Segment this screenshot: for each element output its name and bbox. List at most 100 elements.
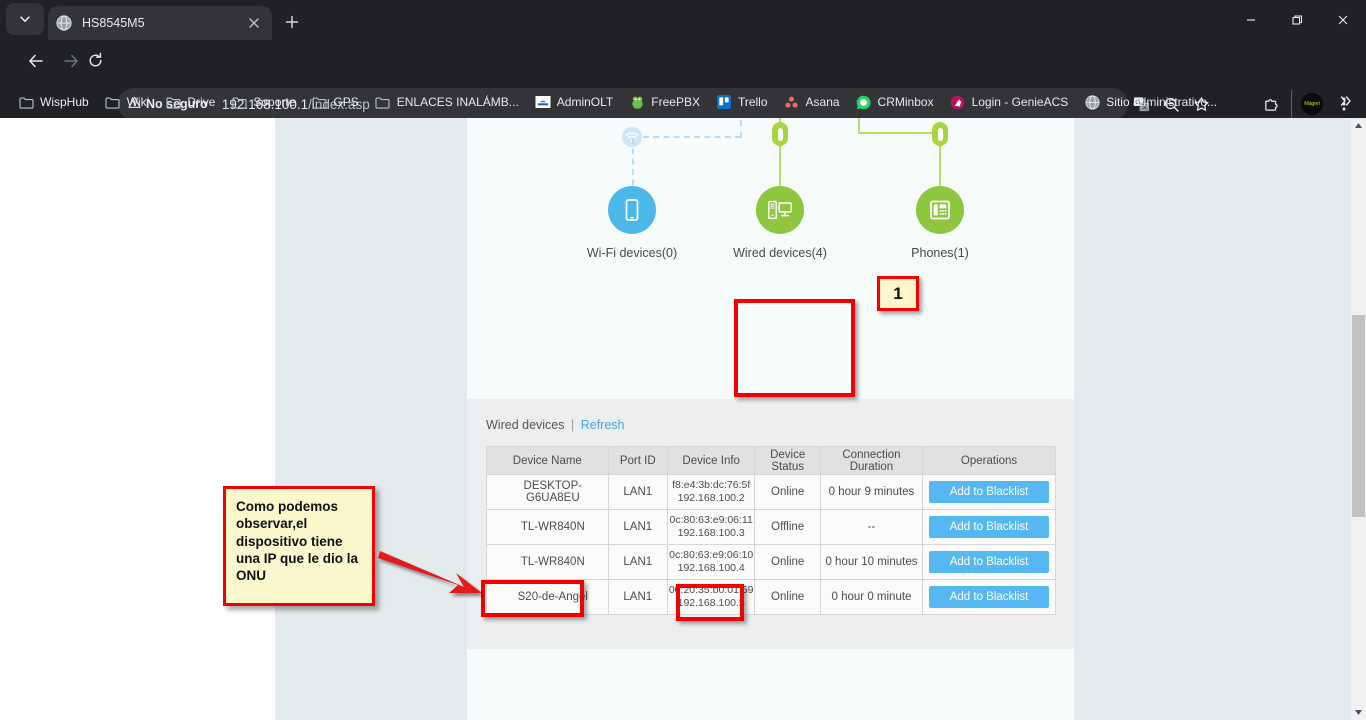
bookmark-label: Trello (738, 95, 768, 109)
cell-connection-duration: 0 hour 0 minute (820, 580, 922, 615)
add-to-blacklist-button[interactable]: Add to Blacklist (929, 481, 1049, 503)
topology-diagram: Wi-Fi devices(0) Wired devices(4) (467, 118, 1074, 281)
header-separator: | (571, 418, 574, 432)
scroll-down-arrow-icon[interactable] (1351, 705, 1366, 720)
browser-chrome: HS8545M5 (0, 0, 1366, 118)
window-close-icon[interactable] (1320, 0, 1366, 40)
minimize-icon[interactable] (1228, 0, 1274, 40)
phones-link-stub (858, 118, 860, 133)
wired-connector-badge (772, 122, 788, 146)
node-label: Wired devices(4) (720, 246, 840, 260)
back-button[interactable] (23, 50, 49, 76)
bookmark-drive[interactable]: Drive (157, 90, 223, 114)
chevron-double-right-icon (1339, 94, 1353, 111)
node-wifi-devices[interactable]: Wi-Fi devices(0) (572, 186, 692, 260)
forward-button[interactable] (58, 50, 84, 76)
column-header-port-id: Port ID (608, 447, 667, 475)
bookmark-label: CRMinbox (878, 95, 934, 109)
cell-device-name: TL-WR840N (487, 545, 609, 580)
annotation-callout: Como podemos observar,el dispositivo tie… (223, 486, 375, 606)
column-header-connection-duration: Connection Duration (820, 447, 922, 475)
bookmark-sitio-administrativo[interactable]: Sitio administrativo... (1076, 90, 1225, 114)
cell-operations: Add to Blacklist (923, 475, 1056, 510)
bookmark-label: Asana (806, 95, 840, 109)
asana-icon (784, 94, 800, 110)
add-to-blacklist-button[interactable]: Add to Blacklist (929, 516, 1049, 538)
section-title: Wired devices (486, 418, 565, 432)
browser-toolbar: No seguro 192.168.100.1/index.asp G 文 (0, 40, 1366, 86)
telephone-icon (916, 186, 964, 234)
refresh-link[interactable]: Refresh (581, 418, 625, 432)
bookmark-crminbox[interactable]: CRMinbox (848, 90, 942, 114)
tab-search-button[interactable] (6, 3, 44, 35)
cell-mac: f8:e4:3b:dc:76:5f (668, 479, 755, 492)
tab-title: HS8545M5 (82, 16, 244, 30)
arrow-right-icon (62, 52, 80, 75)
scroll-up-arrow-icon[interactable] (1351, 118, 1366, 133)
browser-tab[interactable]: HS8545M5 (48, 6, 272, 40)
wifi-dashed-link-horizontal (643, 136, 741, 138)
genieacs-icon (950, 94, 966, 110)
node-phones[interactable]: Phones(1) (880, 186, 1000, 260)
bookmark-genieacs[interactable]: Login - GenieACS (942, 90, 1077, 114)
window-controls (1228, 0, 1366, 40)
bookmark-asana[interactable]: Asana (776, 90, 848, 114)
bookmark-adminolt[interactable]: AdminOLT (527, 90, 621, 114)
cell-connection-duration: 0 hour 9 minutes (820, 475, 922, 510)
scrollbar-thumb[interactable] (1352, 315, 1365, 517)
new-tab-button[interactable] (278, 10, 306, 38)
bookmark-label: GPS (333, 95, 358, 109)
cell-connection-duration: 0 hour 10 minutes (820, 545, 922, 580)
reload-button[interactable] (82, 50, 108, 76)
column-header-device-status: Device Status (755, 447, 820, 475)
add-to-blacklist-button[interactable]: Add to Blacklist (929, 551, 1049, 573)
bookmark-enlaces-inalambricos[interactable]: ENLACES INALÁMB... (367, 90, 527, 114)
cell-ip: 192.168.100.2 (668, 492, 755, 505)
phones-connector-badge (932, 122, 948, 146)
vertical-scrollbar[interactable] (1351, 118, 1366, 720)
bookmark-wisphub[interactable]: WispHub (10, 90, 97, 114)
cell-device-name: TL-WR840N (487, 510, 609, 545)
cell-port-id: LAN1 (608, 475, 667, 510)
folder-icon (105, 94, 121, 110)
bookmark-label: WispHub (40, 95, 89, 109)
node-wired-devices[interactable]: Wired devices(4) (720, 186, 840, 260)
bookmark-label: Sitio administrativo... (1106, 95, 1217, 109)
globe-icon (1084, 94, 1100, 110)
cell-ip: 192.168.100.3 (668, 527, 755, 540)
column-header-device-name: Device Name (487, 447, 609, 475)
crminbox-icon (856, 94, 872, 110)
reload-icon (87, 52, 104, 74)
wifi-dashed-link-stub (740, 120, 742, 138)
page-viewport: Wi-Fi devices(0) Wired devices(4) (0, 118, 1366, 720)
bookmark-gps[interactable]: GPS (303, 90, 366, 114)
cell-device-status: Online (755, 475, 820, 510)
column-header-operations: Operations (923, 447, 1056, 475)
cell-operations: Add to Blacklist (923, 545, 1056, 580)
bookmark-wiki[interactable]: Wiki (97, 90, 158, 114)
bookmark-label: Login - GenieACS (972, 95, 1069, 109)
bookmark-soporte[interactable]: Soporte (223, 90, 303, 114)
bookmark-freepbx[interactable]: FreePBX (621, 90, 708, 114)
chevron-down-icon (19, 13, 31, 25)
bookmark-label: Soporte (253, 95, 295, 109)
cell-operations: Add to Blacklist (923, 580, 1056, 615)
bookmark-trello[interactable]: Trello (708, 90, 776, 114)
bookmarks-overflow-button[interactable] (1334, 90, 1358, 114)
cell-ip: 192.168.100.4 (668, 562, 755, 575)
page-bottom-area (467, 649, 1074, 720)
cell-mac: 0c:80:63:e9:06:11 (668, 514, 755, 527)
bookmarks-bar: WispHub Wiki Drive Soporte GPS (0, 86, 1366, 118)
folder-icon (311, 94, 327, 110)
globe-icon (56, 15, 72, 31)
cell-device-info: 0c:80:63:e9:06:11 192.168.100.3 (667, 510, 755, 545)
cell-device-info: f8:e4:3b:dc:76:5f 192.168.100.2 (667, 475, 755, 510)
cell-port-id: LAN1 (608, 510, 667, 545)
close-icon[interactable] (244, 13, 264, 33)
add-to-blacklist-button[interactable]: Add to Blacklist (929, 586, 1049, 608)
cell-operations: Add to Blacklist (923, 510, 1056, 545)
folder-icon (18, 94, 34, 110)
column-header-device-info: Device Info (667, 447, 755, 475)
cell-device-info: 0c:80:63:e9:06:10 192.168.100.4 (667, 545, 755, 580)
restore-icon[interactable] (1274, 0, 1320, 40)
